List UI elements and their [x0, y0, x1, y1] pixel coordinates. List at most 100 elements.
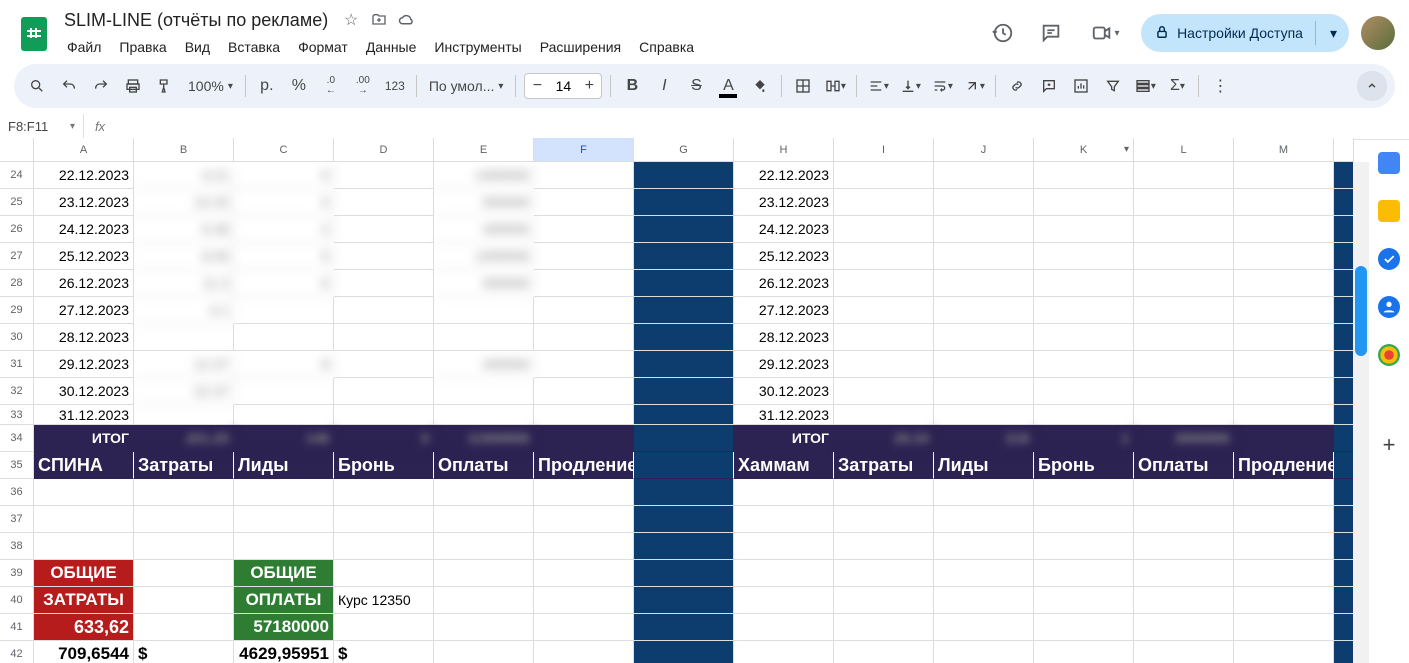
- col-header-B[interactable]: B: [134, 138, 234, 162]
- more-icon[interactable]: ⋮: [1205, 71, 1235, 101]
- cell[interactable]: 6: [234, 270, 334, 297]
- font-size-input[interactable]: [549, 78, 577, 94]
- share-dropdown-icon[interactable]: ▾: [1322, 25, 1345, 42]
- cell[interactable]: [1234, 533, 1334, 560]
- row-header-25[interactable]: 25: [0, 189, 34, 216]
- cell[interactable]: 3.21: [134, 162, 234, 189]
- cell[interactable]: [234, 506, 334, 533]
- cell[interactable]: [834, 378, 934, 405]
- cell[interactable]: 4.1: [134, 297, 234, 324]
- cell[interactable]: [934, 189, 1034, 216]
- cell[interactable]: [634, 378, 734, 405]
- cell[interactable]: [1034, 641, 1134, 663]
- cell[interactable]: [1134, 479, 1234, 506]
- insert-chart-icon[interactable]: [1066, 71, 1096, 101]
- history-icon[interactable]: [985, 15, 1021, 51]
- cell[interactable]: 57180000: [234, 614, 334, 641]
- cell[interactable]: [534, 378, 634, 405]
- filter-icon[interactable]: [1098, 71, 1128, 101]
- cell[interactable]: [834, 587, 934, 614]
- cell[interactable]: [134, 587, 234, 614]
- col-header-C[interactable]: C: [234, 138, 334, 162]
- cell[interactable]: 499999: [434, 351, 534, 378]
- row-header-38[interactable]: 38: [0, 533, 34, 560]
- cell[interactable]: [1034, 479, 1134, 506]
- cell[interactable]: [1234, 189, 1334, 216]
- bold-icon[interactable]: B: [617, 71, 647, 101]
- cell[interactable]: 1999999: [434, 243, 534, 270]
- cell[interactable]: [1034, 614, 1134, 641]
- cell[interactable]: ОБЩИЕ: [234, 560, 334, 587]
- cell[interactable]: [1234, 506, 1334, 533]
- cell[interactable]: 633,62: [34, 614, 134, 641]
- cell[interactable]: [834, 533, 934, 560]
- col-header-J[interactable]: J: [934, 138, 1034, 162]
- comment-icon[interactable]: [1033, 15, 1069, 51]
- cell[interactable]: [834, 479, 934, 506]
- cell[interactable]: 0: [234, 162, 334, 189]
- cell[interactable]: Оплаты: [1134, 452, 1234, 479]
- cell[interactable]: [1134, 560, 1234, 587]
- cell[interactable]: [1234, 243, 1334, 270]
- cell[interactable]: Хаммам: [734, 452, 834, 479]
- move-icon[interactable]: [370, 11, 388, 29]
- row-header-29[interactable]: 29: [0, 297, 34, 324]
- cell[interactable]: [634, 162, 734, 189]
- cell[interactable]: 25.12.2023: [34, 243, 134, 270]
- cell[interactable]: [634, 216, 734, 243]
- cell[interactable]: 218: [934, 425, 1034, 452]
- cell[interactable]: Затраты: [134, 452, 234, 479]
- cell[interactable]: [1234, 324, 1334, 351]
- cell[interactable]: [534, 270, 634, 297]
- cell[interactable]: [634, 452, 734, 479]
- cell[interactable]: [834, 270, 934, 297]
- col-header-I[interactable]: I: [834, 138, 934, 162]
- col-header-E[interactable]: E: [434, 138, 534, 162]
- cell[interactable]: 999999: [434, 189, 534, 216]
- cell[interactable]: 27.12.2023: [34, 297, 134, 324]
- cell[interactable]: [1234, 614, 1334, 641]
- cell[interactable]: 22.37: [134, 378, 234, 405]
- cell[interactable]: [1134, 324, 1234, 351]
- cell[interactable]: 26.12.2023: [734, 270, 834, 297]
- row-header-33[interactable]: 33: [0, 405, 34, 425]
- cell[interactable]: [1234, 162, 1334, 189]
- cell[interactable]: 499999: [434, 216, 534, 243]
- cell[interactable]: [334, 243, 434, 270]
- cell[interactable]: 3999999: [1134, 425, 1234, 452]
- cell[interactable]: [534, 533, 634, 560]
- font-size-minus[interactable]: −: [525, 77, 549, 95]
- cell[interactable]: Затраты: [834, 452, 934, 479]
- cell[interactable]: [1234, 297, 1334, 324]
- cell[interactable]: [434, 405, 534, 425]
- cell[interactable]: [534, 614, 634, 641]
- select-all-corner[interactable]: [0, 138, 34, 162]
- tasks-sidepanel-icon[interactable]: [1378, 248, 1400, 270]
- vertical-scrollbar[interactable]: [1353, 162, 1369, 663]
- cell[interactable]: [634, 189, 734, 216]
- cell[interactable]: [434, 297, 534, 324]
- more-formats[interactable]: 123: [380, 71, 410, 101]
- row-header-30[interactable]: 30: [0, 324, 34, 351]
- cell[interactable]: 27.12.2023: [734, 297, 834, 324]
- cell[interactable]: 31.12.2023: [734, 405, 834, 425]
- cell[interactable]: [1134, 189, 1234, 216]
- cell[interactable]: 11999999: [434, 425, 534, 452]
- cell[interactable]: [434, 378, 534, 405]
- calendar-sidepanel-icon[interactable]: [1378, 152, 1400, 174]
- row-header-41[interactable]: 41: [0, 614, 34, 641]
- cell[interactable]: [734, 560, 834, 587]
- cell[interactable]: 8.59: [134, 243, 234, 270]
- menu-формат[interactable]: Формат: [291, 36, 355, 58]
- cell[interactable]: [1134, 641, 1234, 663]
- cell[interactable]: [634, 405, 734, 425]
- cell[interactable]: 30.12.2023: [734, 378, 834, 405]
- cell[interactable]: [234, 324, 334, 351]
- cell[interactable]: [634, 425, 734, 452]
- text-color-icon[interactable]: A: [713, 71, 743, 101]
- cell[interactable]: 12.37: [134, 351, 234, 378]
- cell[interactable]: 28.12.2023: [34, 324, 134, 351]
- cell[interactable]: 999999: [434, 270, 534, 297]
- cell[interactable]: [534, 506, 634, 533]
- cell[interactable]: 29.34: [834, 425, 934, 452]
